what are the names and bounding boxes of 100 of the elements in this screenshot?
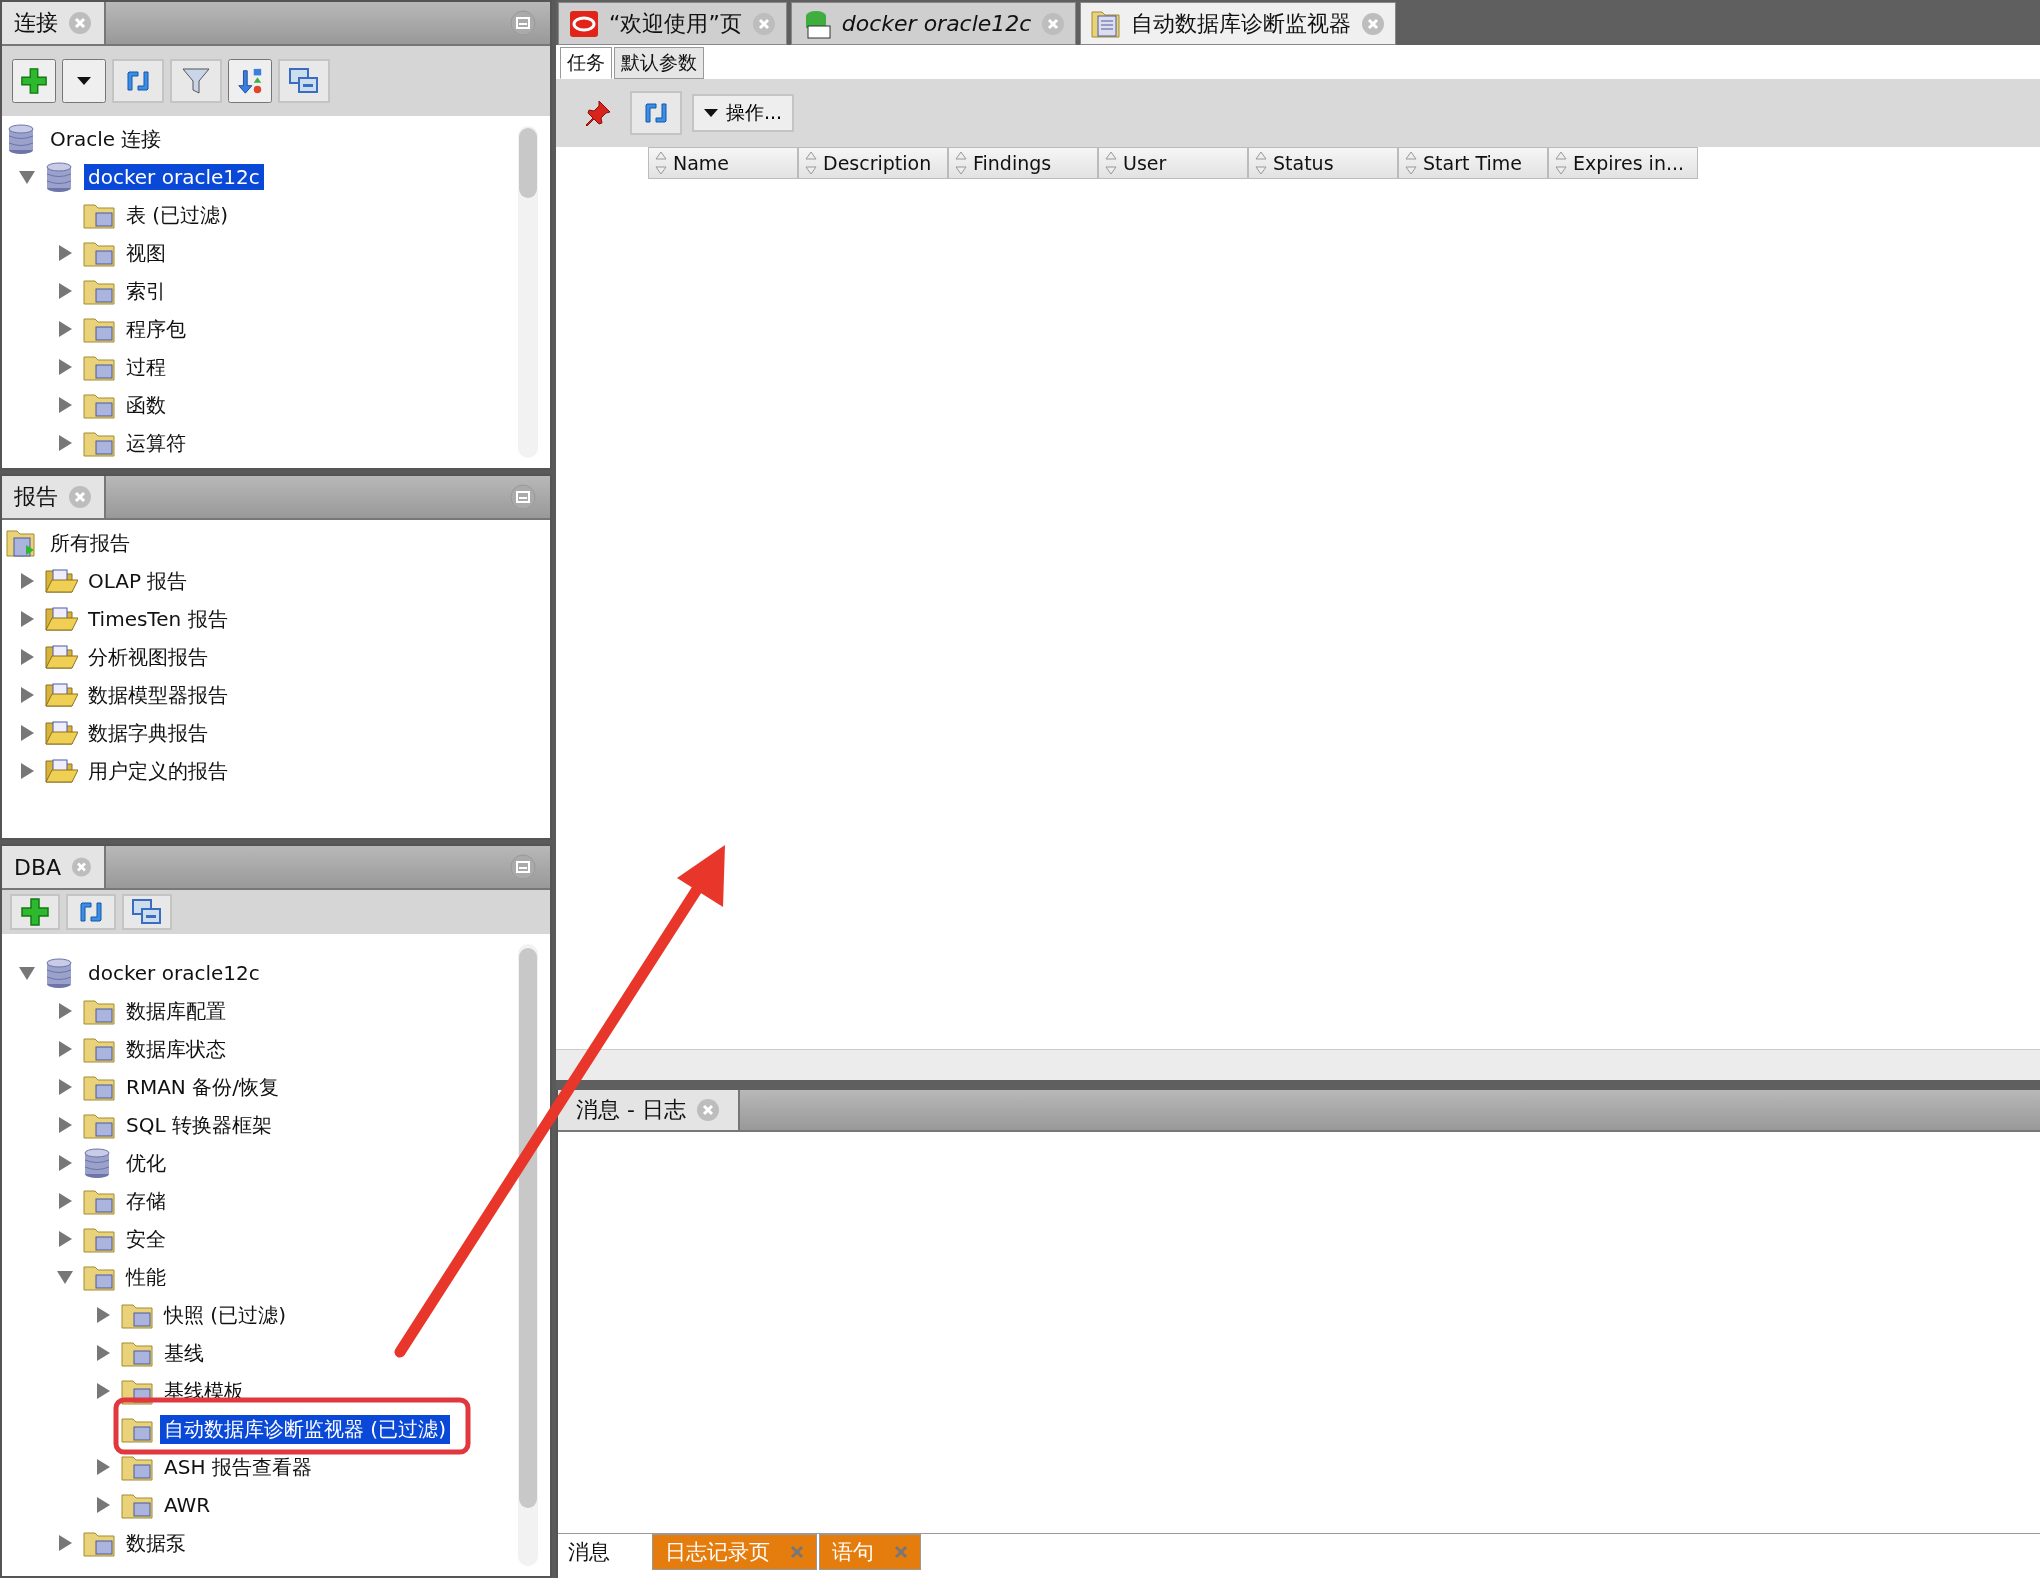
- tree-item[interactable]: 优化: [122, 1148, 170, 1178]
- tree-item[interactable]: TimesTen 报告: [84, 604, 232, 634]
- tree-item[interactable]: 数据库状态: [122, 1034, 230, 1064]
- scrollbar[interactable]: [518, 126, 538, 458]
- tree-item[interactable]: 存储: [122, 1186, 170, 1216]
- expand-arrow-icon[interactable]: [57, 1002, 73, 1020]
- refresh-button[interactable]: [630, 91, 682, 135]
- tree-item[interactable]: 快照 (已过滤): [160, 1300, 290, 1330]
- editor-tab[interactable]: “欢迎使用”页: [558, 2, 787, 45]
- tree-item[interactable]: 函数: [122, 390, 170, 420]
- panel-tab[interactable]: DBA: [2, 846, 106, 888]
- tree-item[interactable]: 自动数据库诊断监视器 (已过滤): [160, 1414, 450, 1444]
- expand-arrow-icon[interactable]: [19, 762, 35, 780]
- expand-arrow-icon[interactable]: [57, 244, 73, 262]
- column-header[interactable]: Findings: [948, 147, 1098, 179]
- tree-item[interactable]: 运算符: [122, 428, 190, 458]
- sub-tab[interactable]: 任务: [560, 47, 612, 79]
- refresh-button[interactable]: [112, 59, 164, 103]
- expand-arrow-icon[interactable]: [57, 1116, 73, 1134]
- expand-arrow-icon[interactable]: [57, 434, 73, 452]
- collapse-arrow-icon[interactable]: [56, 1269, 74, 1285]
- column-header[interactable]: Status: [1248, 147, 1398, 179]
- tree-item[interactable]: 分析视图报告: [84, 642, 212, 672]
- collapse-arrow-icon[interactable]: [18, 169, 36, 185]
- minimize-icon[interactable]: [510, 484, 536, 510]
- expand-arrow-icon[interactable]: [95, 1344, 111, 1362]
- refresh-button[interactable]: [66, 894, 116, 930]
- column-header[interactable]: Start Time: [1398, 147, 1548, 179]
- tree-item[interactable]: 安全: [122, 1224, 170, 1254]
- expand-arrow-icon[interactable]: [57, 1078, 73, 1096]
- sub-tab[interactable]: 默认参数: [614, 47, 704, 79]
- tree-item[interactable]: 数据库配置: [122, 996, 230, 1026]
- tree-item[interactable]: SQL 转换器框架: [122, 1110, 276, 1140]
- column-header[interactable]: Name: [648, 147, 798, 179]
- sort-button[interactable]: [228, 59, 272, 103]
- expand-arrow-icon[interactable]: [57, 1192, 73, 1210]
- tree-item[interactable]: 视图: [122, 238, 170, 268]
- scrollbar-thumb[interactable]: [519, 948, 537, 1508]
- tree-item[interactable]: ASH 报告查看器: [160, 1452, 316, 1482]
- expand-arrow-icon[interactable]: [19, 724, 35, 742]
- tree-item[interactable]: 数据字典报告: [84, 718, 212, 748]
- expand-arrow-icon[interactable]: [57, 320, 73, 338]
- tree-item[interactable]: docker oracle12c: [84, 164, 264, 190]
- expand-arrow-icon[interactable]: [95, 1306, 111, 1324]
- tree-item[interactable]: RMAN 备份/恢复: [122, 1072, 283, 1102]
- tree-item[interactable]: 用户定义的报告: [84, 756, 232, 786]
- expand-arrow-icon[interactable]: [57, 1534, 73, 1552]
- column-header[interactable]: Description: [798, 147, 948, 179]
- collapse-icon: [288, 66, 320, 96]
- expand-arrow-icon[interactable]: [57, 1040, 73, 1058]
- panel-tab[interactable]: 连接: [2, 2, 106, 44]
- add-icon: [20, 66, 48, 96]
- collapse-button[interactable]: [122, 894, 172, 930]
- tree-item[interactable]: 表 (已过滤): [122, 200, 232, 230]
- column-header[interactable]: User: [1098, 147, 1248, 179]
- scrollbar-thumb[interactable]: [519, 128, 537, 198]
- expand-arrow-icon[interactable]: [95, 1382, 111, 1400]
- expand-arrow-icon[interactable]: [57, 358, 73, 376]
- add-button[interactable]: [12, 59, 56, 103]
- tree-item[interactable]: 数据模型器报告: [84, 680, 232, 710]
- actions-button[interactable]: 操作...: [692, 94, 795, 132]
- horizontal-scrollbar[interactable]: [556, 1049, 2040, 1080]
- filter-icon: [181, 66, 211, 96]
- expand-arrow-icon[interactable]: [95, 1496, 111, 1514]
- tree-item[interactable]: 数据泵: [122, 1528, 190, 1558]
- editor-tab[interactable]: 自动数据库诊断监视器: [1080, 2, 1397, 45]
- expand-arrow-icon[interactable]: [19, 610, 35, 628]
- minimize-icon[interactable]: [510, 854, 536, 880]
- editor-tab[interactable]: docker oracle12c: [790, 2, 1077, 45]
- expand-arrow-icon[interactable]: [95, 1458, 111, 1476]
- minimize-icon[interactable]: [510, 10, 536, 36]
- expand-arrow-icon[interactable]: [19, 686, 35, 704]
- pin-icon[interactable]: [583, 98, 613, 128]
- tree-item[interactable]: 基线: [160, 1338, 208, 1368]
- scrollbar[interactable]: [518, 944, 538, 1566]
- expand-arrow-icon[interactable]: [19, 648, 35, 666]
- collapse-button[interactable]: [278, 59, 330, 103]
- tree-item[interactable]: 过程: [122, 352, 170, 382]
- expand-arrow-icon[interactable]: [57, 1154, 73, 1172]
- panel-tab[interactable]: 报告: [2, 476, 106, 518]
- tree-item[interactable]: 程序包: [122, 314, 190, 344]
- expand-arrow-icon[interactable]: [57, 282, 73, 300]
- tree-item[interactable]: AWR: [160, 1492, 215, 1518]
- database-icon: [6, 123, 36, 155]
- expand-arrow-icon[interactable]: [57, 1230, 73, 1248]
- expand-arrow-icon[interactable]: [57, 396, 73, 414]
- tree-item[interactable]: docker oracle12c: [84, 960, 264, 986]
- tree-item[interactable]: Oracle 连接: [46, 124, 166, 154]
- dropdown-button[interactable]: [62, 59, 106, 103]
- tree-item[interactable]: OLAP 报告: [84, 566, 192, 596]
- column-header[interactable]: Expires in...: [1548, 147, 1698, 179]
- panel-tab[interactable]: 消息 - 日志: [558, 1090, 740, 1130]
- collapse-arrow-icon[interactable]: [18, 965, 36, 981]
- database-icon: [82, 1147, 112, 1179]
- expand-arrow-icon[interactable]: [19, 572, 35, 590]
- tree-item[interactable]: 所有报告: [46, 528, 134, 558]
- tree-item[interactable]: 索引: [122, 276, 170, 306]
- filter-button[interactable]: [170, 59, 222, 103]
- open-folder-icon: [44, 681, 78, 709]
- tree-item[interactable]: 性能: [122, 1262, 170, 1292]
